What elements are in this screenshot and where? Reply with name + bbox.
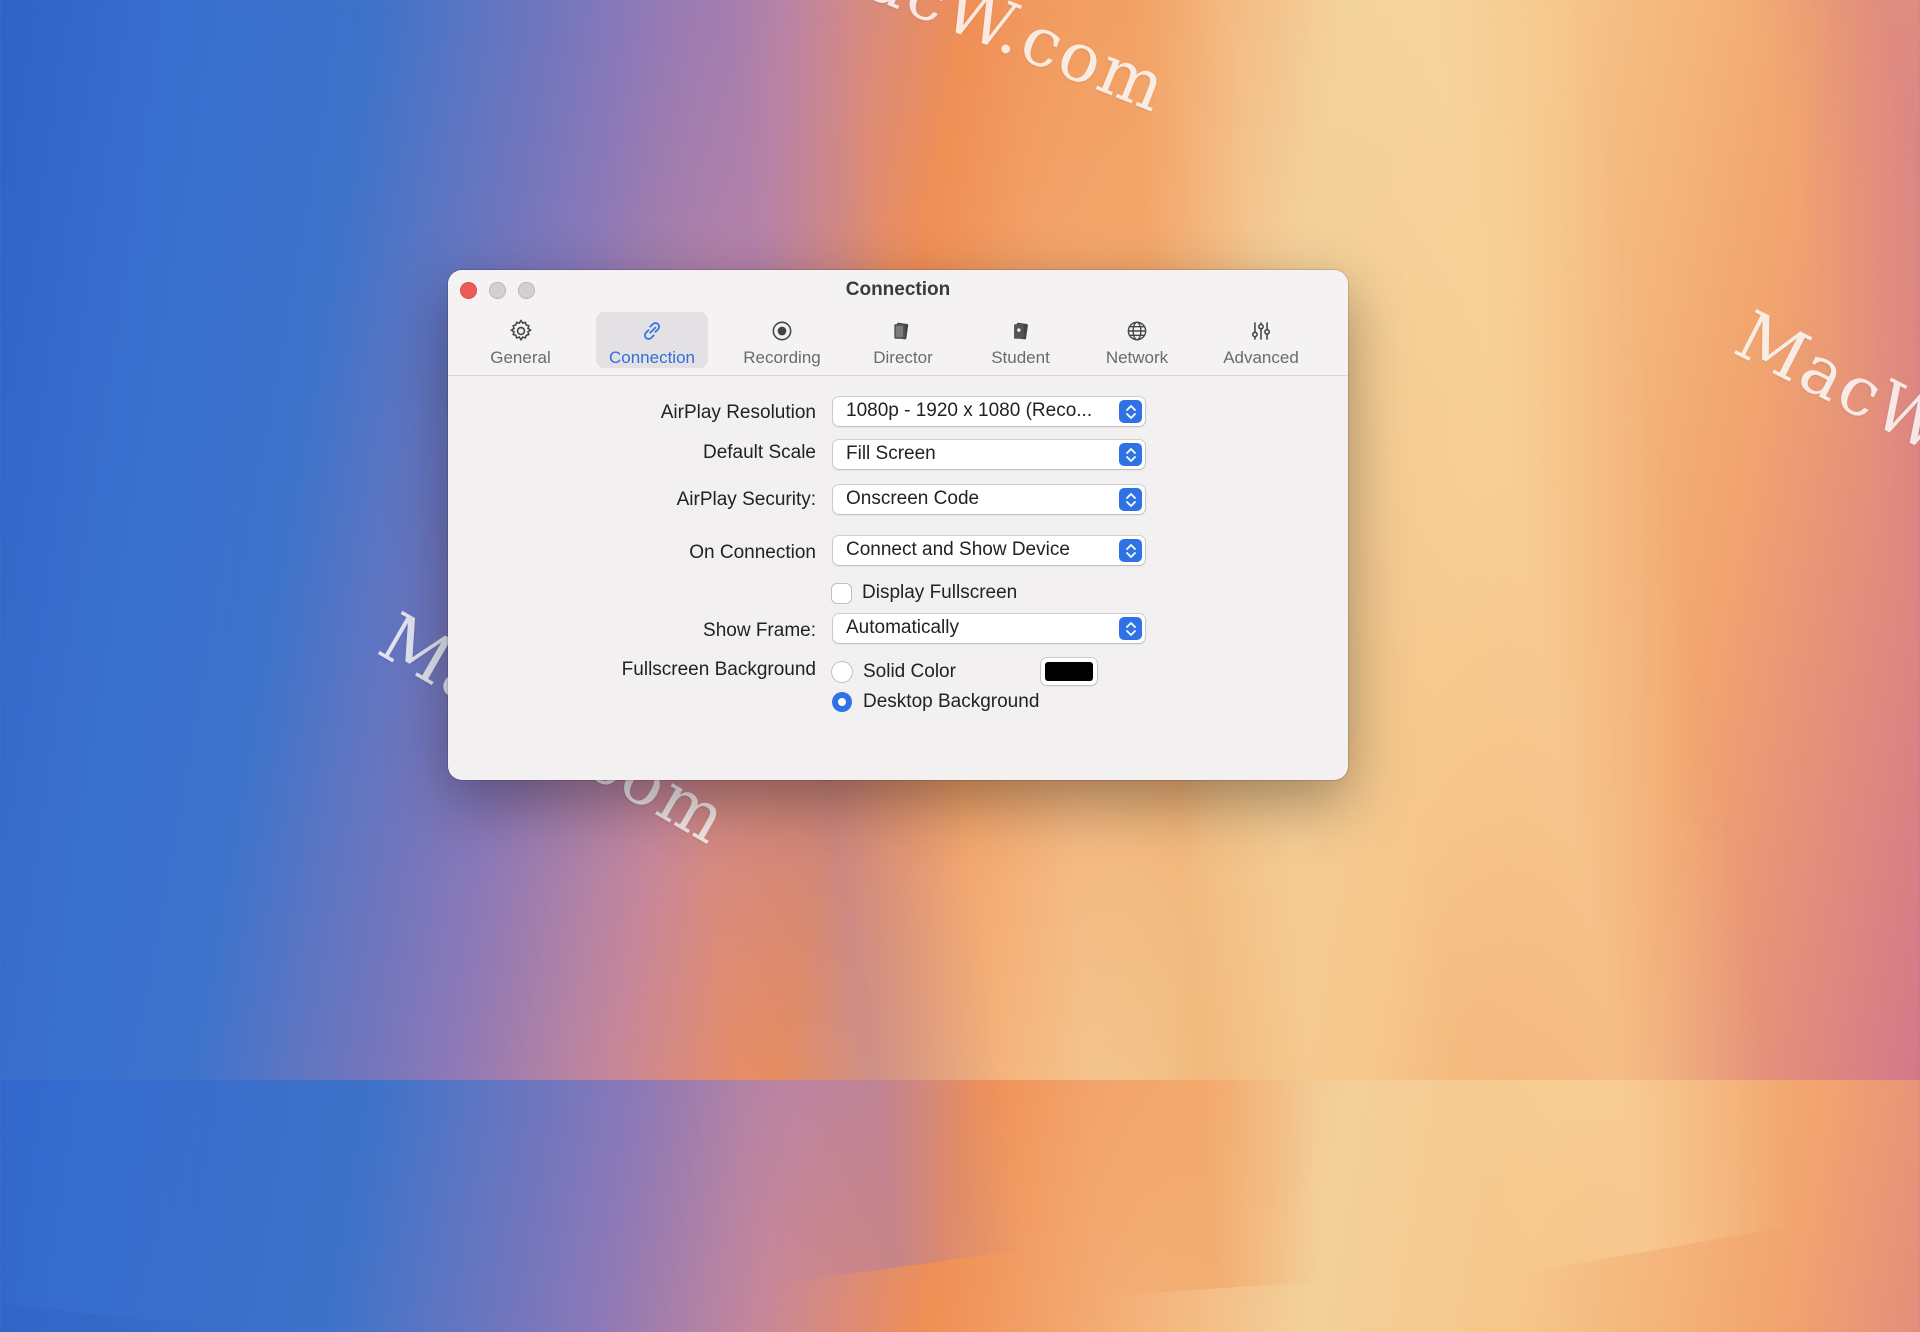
record-icon xyxy=(772,321,792,341)
window-title: Connection xyxy=(845,279,951,300)
solid-color-swatch xyxy=(1045,662,1093,681)
watermark-right: MacW.com xyxy=(1723,296,1920,543)
desktop-background-option[interactable]: Desktop Background xyxy=(832,691,1039,713)
tab-director-label: Director xyxy=(873,348,933,367)
on-connection-value: Connect and Show Device xyxy=(846,539,1070,560)
airplay-resolution-label: AirPlay Resolution xyxy=(660,402,816,423)
popup-chevron-icon xyxy=(1119,539,1142,562)
tab-advanced[interactable]: Advanced xyxy=(1216,312,1306,368)
popup-chevron-icon xyxy=(1119,400,1142,423)
airplay-security-label: AirPlay Security: xyxy=(676,489,816,510)
solid-color-radio[interactable] xyxy=(832,662,852,682)
tab-network[interactable]: Network xyxy=(1093,312,1181,368)
tab-connection-label: Connection xyxy=(608,348,695,367)
tab-student[interactable]: Student xyxy=(978,312,1063,368)
preferences-window: Connection General Connection Recording … xyxy=(448,270,1348,780)
watermark-top: MacW.com xyxy=(789,0,1179,129)
airplay-security-value: Onscreen Code xyxy=(846,488,980,509)
airplay-resolution-value: 1080p - 1920 x 1080 (Reco... xyxy=(846,400,1093,421)
default-scale-popup[interactable]: Fill Screen xyxy=(833,440,1145,469)
tab-student-label: Student xyxy=(991,348,1050,367)
popup-chevron-icon xyxy=(1119,488,1142,511)
solid-color-well[interactable] xyxy=(1041,658,1097,685)
globe-icon xyxy=(1127,321,1147,341)
on-connection-popup[interactable]: Connect and Show Device xyxy=(833,536,1145,565)
sliders-icon xyxy=(1251,322,1271,340)
display-fullscreen-option[interactable]: Display Fullscreen xyxy=(832,582,1017,604)
director-icon xyxy=(894,322,909,340)
gear-icon xyxy=(509,319,532,342)
tab-recording[interactable]: Recording xyxy=(733,312,831,368)
show-frame-popup[interactable]: Automatically xyxy=(833,614,1145,643)
solid-color-option[interactable]: Solid Color xyxy=(832,661,956,683)
display-fullscreen-label: Display Fullscreen xyxy=(862,582,1018,603)
desktop-background-radio[interactable] xyxy=(832,692,852,712)
airplay-resolution-popup[interactable]: 1080p - 1920 x 1080 (Reco... xyxy=(833,397,1145,426)
tab-recording-label: Recording xyxy=(743,348,821,367)
default-scale-label: Default Scale xyxy=(702,442,816,463)
link-icon xyxy=(644,322,660,340)
fullscreen-background-label: Fullscreen Background xyxy=(621,659,816,680)
desktop-background-label: Desktop Background xyxy=(863,691,1040,712)
solid-color-label: Solid Color xyxy=(863,661,956,682)
tab-director[interactable]: Director xyxy=(863,312,943,368)
show-frame-value: Automatically xyxy=(846,617,959,638)
display-fullscreen-checkbox[interactable] xyxy=(832,583,851,603)
default-scale-value: Fill Screen xyxy=(846,443,936,464)
tab-advanced-label: Advanced xyxy=(1223,348,1299,367)
tab-general-label: General xyxy=(490,348,551,367)
on-connection-label: On Connection xyxy=(689,542,816,563)
window-toolbar: Connection General Connection Recording … xyxy=(448,270,1348,376)
tab-connection[interactable]: Connection xyxy=(596,312,708,368)
airplay-security-popup[interactable]: Onscreen Code xyxy=(833,485,1145,514)
popup-chevron-icon xyxy=(1119,617,1142,640)
tab-network-label: Network xyxy=(1105,348,1169,367)
popup-chevron-icon xyxy=(1119,443,1142,466)
tab-general[interactable]: General xyxy=(478,312,563,368)
student-icon xyxy=(1013,322,1028,340)
show-frame-label: Show Frame: xyxy=(703,620,816,641)
